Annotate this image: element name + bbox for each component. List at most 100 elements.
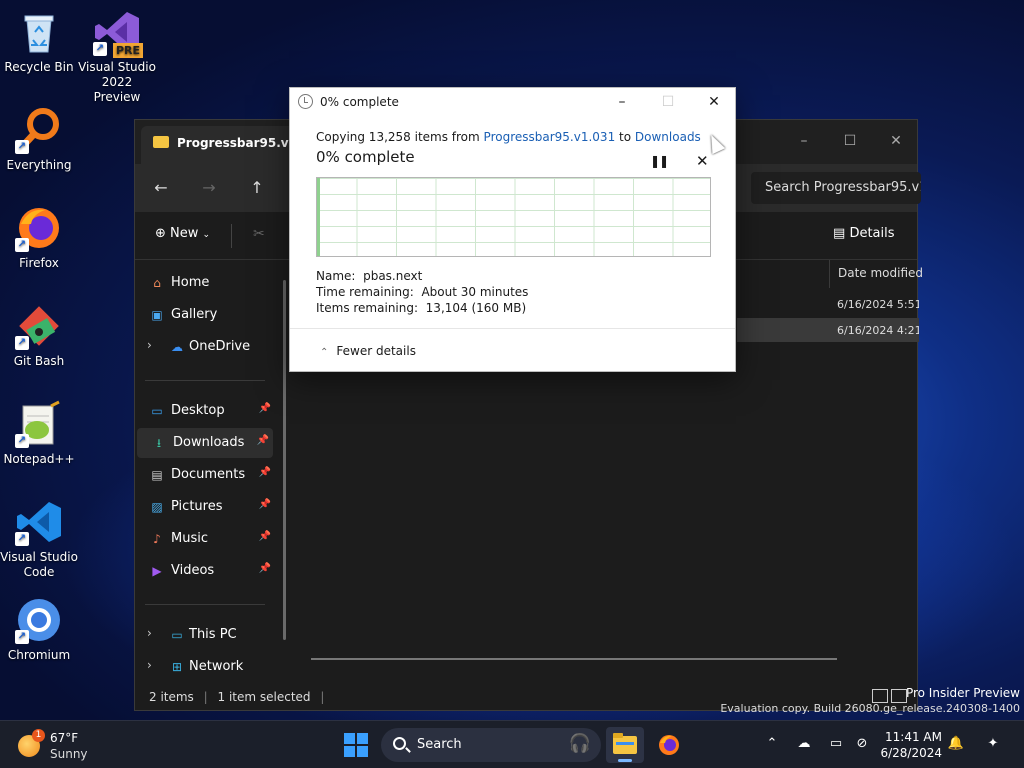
weather-badge: 1 [32,729,45,742]
sidebar-label: Documents [171,467,246,482]
chevron-right-icon: › [147,626,152,640]
sidebar-item-pictures[interactable]: ▨ Pictures 📌 [135,492,275,522]
fewer-details-button[interactable]: ⌃ Fewer details [320,344,416,358]
file-date-modified[interactable]: 6/16/2024 5:51 PM [829,298,919,311]
explorer-tab[interactable]: Progressbar95.v1.031 [141,126,301,164]
sidebar-item-downloads[interactable]: ⭳ Downloads 📌 [137,428,273,458]
chevron-right-icon: › [147,338,152,352]
cancel-button[interactable]: ✕ [696,152,709,170]
sidebar-item-gallery[interactable]: ▣ Gallery [135,300,275,330]
source-link[interactable]: Progressbar95.v1.031 [484,130,616,144]
forward-arrow-icon[interactable]: → [193,176,225,200]
sidebar-item-this-pc[interactable]: › ▭ This PC [135,620,275,650]
destination-link[interactable]: Downloads [635,130,701,144]
pin-icon[interactable]: 📌 [259,403,271,414]
transfer-speed-graph [316,177,711,257]
sidebar-item-documents[interactable]: ▤ Documents 📌 [135,460,275,490]
weather-condition: Sunny [50,747,88,761]
sidebar-item-desktop[interactable]: ▭ Desktop 📌 [135,396,275,426]
onedrive-offline-icon[interactable]: ☁ [794,734,814,754]
taskbar-search[interactable]: Search 🎧 [381,728,601,762]
file-date-modified[interactable]: 6/16/2024 4:21 PM [829,324,919,337]
desktop-icon-label: Recycle Bin [4,60,74,74]
close-button[interactable]: ✕ [873,126,919,156]
up-arrow-icon[interactable]: ↑ [241,176,273,200]
start-button[interactable] [344,733,368,757]
weather-widget[interactable]: 1 67°F Sunny [18,729,98,763]
sidebar-label: Desktop [171,403,225,418]
back-arrow-icon[interactable]: ← [145,176,177,200]
sidebar-item-videos[interactable]: ▶ Videos 📌 [135,556,275,586]
notepad-plus-plus-icon: ↗ [15,400,63,448]
copilot-preview-icon[interactable]: ✦ [980,734,1006,754]
notification-bell-icon[interactable]: 🔔 [946,734,966,754]
search-input[interactable]: Search Progressbar95.v1. [751,172,921,204]
pin-icon[interactable]: 📌 [259,499,271,510]
clock[interactable]: 11:41 AM 6/28/2024 [880,729,942,761]
taskbar-file-explorer[interactable] [606,727,644,763]
desktop-icon-label: Notepad++ [3,452,75,466]
sidebar-scrollbar[interactable] [283,280,286,640]
firefox-icon: ↗ [15,204,63,252]
sidebar-item-home[interactable]: ⌂ Home [135,268,275,298]
computer-icon: ▭ [171,628,183,642]
sidebar-label: Home [171,275,210,290]
network-status-icon[interactable]: ⊘ [852,734,872,754]
dialog-separator [290,328,735,329]
watermark-line2: Evaluation copy. Build 26080.ge_release.… [720,702,1020,715]
item-count: 2 items [149,690,194,704]
cmd-divider [231,224,232,248]
copy-summary: Copying 13,258 items from Progressbar95.… [316,130,716,144]
taskbar: 1 67°F Sunny Search 🎧 ⌃ ☁ ▭ ⊘ 11:41 AM 6… [0,720,1024,768]
pin-icon[interactable]: 📌 [259,531,271,542]
sidebar-divider [145,380,265,381]
sidebar-item-onedrive[interactable]: › ☁ OneDrive [135,332,275,362]
desktop-icon-vscode[interactable]: ↗ Visual Studio Code [0,498,78,580]
cut-icon[interactable]: ✂ [253,226,265,242]
horizontal-scrollbar[interactable] [311,658,837,660]
pin-icon[interactable]: 📌 [259,563,271,574]
desktop-icon-everything[interactable]: ↗ Everything [0,106,78,173]
sidebar-item-music[interactable]: ♪ Music 📌 [135,524,275,554]
details-pane-button[interactable]: ▤ Details [833,226,895,241]
minimize-button[interactable]: – [600,90,644,114]
time-remaining-value: About 30 minutes [421,285,529,299]
minimize-button[interactable]: – [781,126,827,156]
display-icon[interactable]: ▭ [826,734,846,754]
document-icon: ▤ [151,468,163,482]
pin-icon[interactable]: 📌 [257,435,269,446]
shortcut-arrow-icon: ↗ [15,140,29,154]
pause-button[interactable]: ❚❚ [650,154,669,168]
copy-progress-dialog: 0% complete – ☐ ✕ Copying 13,258 items f… [289,87,736,372]
new-button[interactable]: ⊕ New ⌄ [155,226,210,241]
pin-icon[interactable]: 📌 [259,467,271,478]
sidebar-item-network[interactable]: › ⊞ Network [135,652,275,682]
clock-icon [298,94,313,109]
time-remaining-label: Time remaining: [316,285,414,299]
chevron-down-icon: ⌄ [202,230,211,240]
video-icon: ▶ [152,564,162,578]
active-indicator [618,759,632,762]
maximize-button[interactable]: ☐ [827,126,873,156]
name-value: pbas.next [363,269,423,283]
selected-count: 1 item selected [217,690,311,704]
name-label: Name: [316,269,356,283]
taskbar-firefox[interactable] [650,727,688,763]
sidebar-label: Gallery [171,307,218,322]
desktop-icon-label: Firefox [19,256,59,270]
column-header-date-modified[interactable]: Date modified [829,260,923,288]
chevron-up-icon[interactable]: ⌃ [762,734,782,754]
desktop-icon-notepad-plus-plus[interactable]: ↗ Notepad++ [0,400,78,467]
desktop-icon-chromium[interactable]: ↗ Chromium [0,596,78,663]
desktop-icon-git-bash[interactable]: ↗ Git Bash [0,302,78,369]
home-icon: ⌂ [153,276,161,290]
folder-icon [153,136,169,148]
desktop-icon-visual-studio[interactable]: PRE ↗ Visual Studio 2022 Preview [78,8,156,105]
desktop-icon-recycle-bin[interactable]: Recycle Bin [0,8,78,75]
close-button[interactable]: ✕ [692,90,736,114]
sidebar-divider [145,604,265,605]
desktop-icon-firefox[interactable]: ↗ Firefox [0,204,78,271]
sidebar-label: Videos [171,563,215,578]
dialog-titlebar: 0% complete – ☐ ✕ [290,88,735,116]
search-icon [393,737,406,750]
